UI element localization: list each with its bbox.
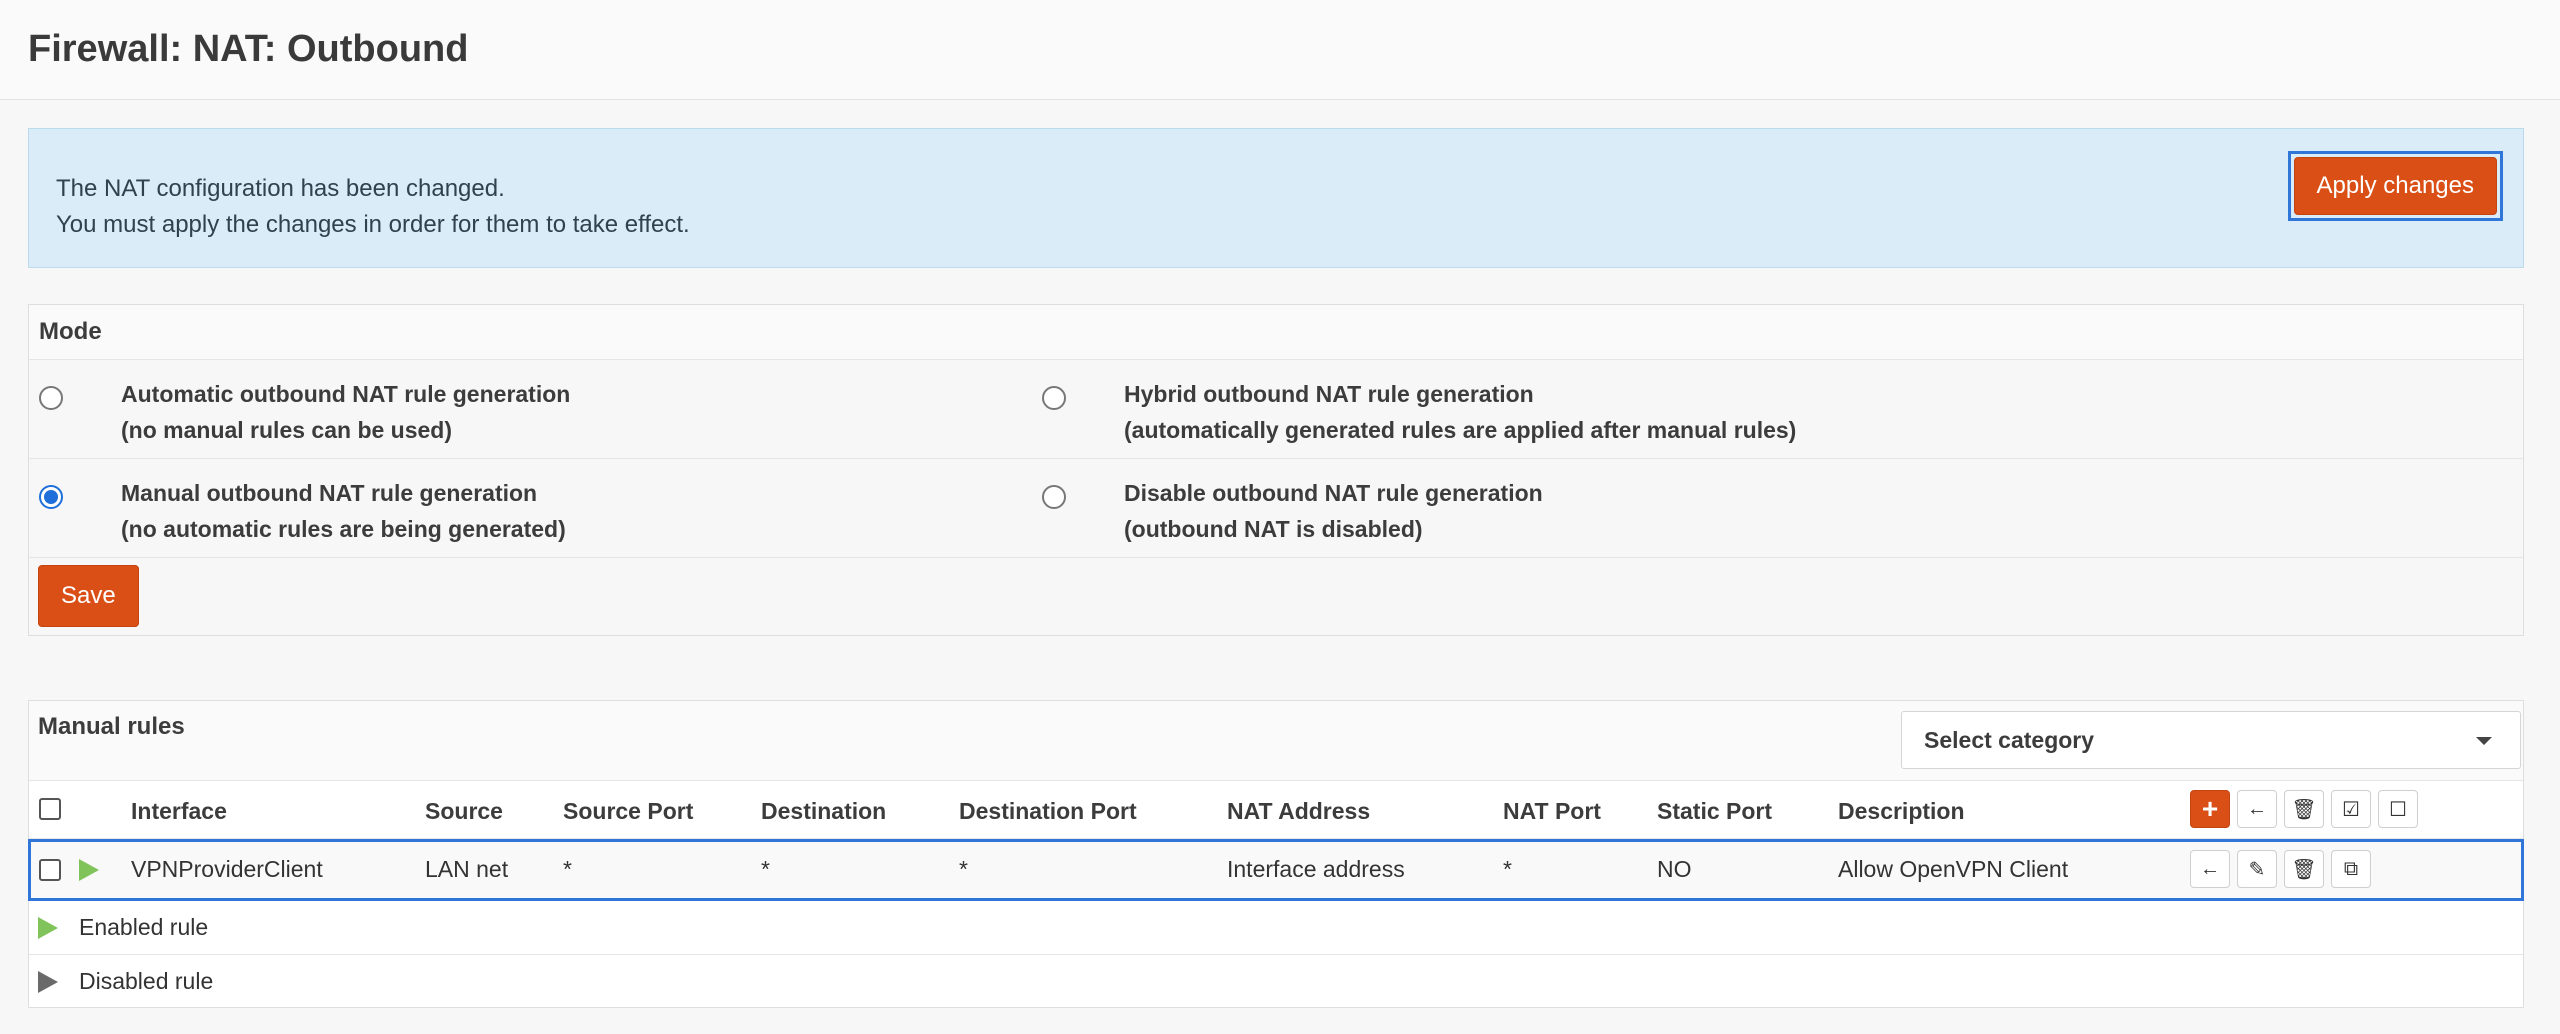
mode-heading: Mode xyxy=(29,305,2523,360)
rules-header: Manual rules Select category xyxy=(29,701,2523,781)
cell-description: Allow OpenVPN Client xyxy=(1838,856,2069,882)
col-destination-port: Destination Port xyxy=(959,798,1137,824)
config-changed-alert: The NAT configuration has been changed. … xyxy=(28,128,2524,268)
row-checkbox[interactable] xyxy=(39,859,61,881)
mode-row-2: Manual outbound NAT rule generation (no … xyxy=(29,459,2523,558)
col-interface: Interface xyxy=(131,798,227,824)
add-rule-button[interactable]: + xyxy=(2190,790,2230,828)
apply-button-focus-ring: Apply changes xyxy=(2287,151,2503,221)
radio-automatic[interactable] xyxy=(39,386,63,410)
enable-selected-button[interactable]: ☑ xyxy=(2331,790,2371,828)
legend-disabled-label: Disabled rule xyxy=(79,968,214,994)
col-nat-port: NAT Port xyxy=(1503,798,1601,824)
disabled-rule-icon xyxy=(38,971,58,993)
cell-source: LAN net xyxy=(425,856,509,882)
enabled-rule-icon[interactable] xyxy=(79,859,99,881)
cell-nat-port: * xyxy=(1503,856,1512,882)
cell-interface: VPNProviderClient xyxy=(131,856,323,882)
apply-changes-button[interactable]: Apply changes xyxy=(2293,157,2497,215)
col-source-port: Source Port xyxy=(563,798,694,824)
enabled-rule-icon xyxy=(38,917,58,939)
page-title: Firewall: NAT: Outbound xyxy=(28,28,469,70)
cell-destination-port: * xyxy=(959,856,968,882)
delete-selected-button[interactable]: 🗑 xyxy=(2284,790,2324,828)
mode-footer: Save xyxy=(29,558,2523,634)
alert-line-2: You must apply the changes in order for … xyxy=(56,211,690,238)
alert-line-1: The NAT configuration has been changed. xyxy=(56,175,505,202)
legend-disabled: Disabled rule xyxy=(29,955,2523,1009)
rules-title: Manual rules xyxy=(38,713,185,740)
col-static-port: Static Port xyxy=(1657,798,1773,824)
col-description: Description xyxy=(1838,798,1965,824)
category-select[interactable]: Select category xyxy=(1901,711,2521,769)
col-nat-address: NAT Address xyxy=(1227,798,1371,824)
save-button[interactable]: Save xyxy=(38,565,139,627)
move-selected-button[interactable]: ← xyxy=(2237,790,2277,828)
cell-source-port: * xyxy=(563,856,572,882)
mode-label-automatic: Automatic outbound NAT rule generation (… xyxy=(121,381,571,443)
radio-manual[interactable] xyxy=(39,485,63,509)
table-row[interactable]: VPNProviderClient LAN net * * * Interfac… xyxy=(28,839,2524,901)
radio-disable[interactable] xyxy=(1042,485,1066,509)
legend-enabled-label: Enabled rule xyxy=(79,914,209,940)
radio-hybrid[interactable] xyxy=(1042,386,1066,410)
mode-row-1: Automatic outbound NAT rule generation (… xyxy=(29,360,2523,459)
delete-rule-button[interactable]: 🗑 xyxy=(2284,850,2324,888)
cell-nat-address: Interface address xyxy=(1227,856,1405,882)
select-all-checkbox[interactable] xyxy=(39,798,61,820)
mode-label-manual: Manual outbound NAT rule generation (no … xyxy=(121,480,566,542)
category-select-label: Select category xyxy=(1924,726,2095,753)
col-source: Source xyxy=(425,798,503,824)
chevron-down-icon xyxy=(2476,737,2492,745)
legend-enabled: Enabled rule xyxy=(29,901,2523,955)
mode-panel: Mode Automatic outbound NAT rule generat… xyxy=(28,304,2524,636)
alert-text: The NAT configuration has been changed. … xyxy=(56,171,690,243)
edit-rule-button[interactable]: ✎ xyxy=(2237,850,2277,888)
mode-label-disable: Disable outbound NAT rule generation (ou… xyxy=(1124,480,1543,542)
move-rule-button[interactable]: ← xyxy=(2190,850,2230,888)
mode-label-hybrid: Hybrid outbound NAT rule generation (aut… xyxy=(1124,381,1797,443)
page-header: Firewall: NAT: Outbound xyxy=(0,0,2560,100)
clone-rule-button[interactable]: ⧉ xyxy=(2331,850,2371,888)
cell-destination: * xyxy=(761,856,770,882)
disable-selected-button[interactable]: ☐ xyxy=(2378,790,2418,828)
cell-static-port: NO xyxy=(1657,856,1692,882)
col-destination: Destination xyxy=(761,798,887,824)
table-header-row: Interface Source Source Port Destination… xyxy=(29,781,2523,839)
manual-rules-panel: Manual rules Select category Interface S… xyxy=(28,700,2524,1008)
